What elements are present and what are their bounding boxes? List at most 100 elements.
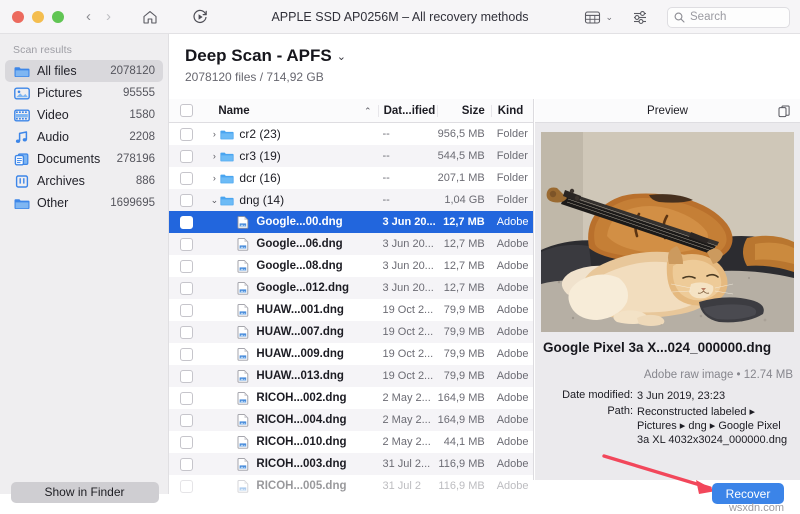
row-checkbox[interactable] xyxy=(180,194,193,207)
select-all-checkbox-cell[interactable] xyxy=(169,104,203,117)
row-checkbox[interactable] xyxy=(180,238,193,251)
table-row[interactable]: Google...08.dng 3 Jun 20... 12,7 MB Adob… xyxy=(169,255,533,277)
sidebar-item-pictures[interactable]: Pictures95555 xyxy=(5,82,163,104)
row-checkbox-cell[interactable] xyxy=(169,326,203,339)
cell-kind: Adobe xyxy=(491,348,533,360)
view-mode-button[interactable]: ⌄ xyxy=(584,10,613,25)
maximize-window-button[interactable] xyxy=(52,11,64,23)
table-row[interactable]: RICOH...003.dng 31 Jul 2... 116,9 MB Ado… xyxy=(169,453,533,475)
row-checkbox[interactable] xyxy=(180,370,193,383)
table-row[interactable]: Google...00.dng 3 Jun 20... 12,7 MB Adob… xyxy=(169,211,533,233)
row-checkbox[interactable] xyxy=(180,458,193,471)
rescan-button[interactable] xyxy=(191,8,209,26)
table-row[interactable]: HUAW...001.dng 19 Oct 2... 79,9 MB Adobe xyxy=(169,299,533,321)
disclosure-triangle-icon[interactable]: ⌄ xyxy=(208,195,220,206)
row-checkbox-cell[interactable] xyxy=(169,414,203,427)
row-name-label: cr2 (23) xyxy=(239,127,280,141)
table-row[interactable]: › cr3 (19) -- 544,5 MB Folder xyxy=(169,145,533,167)
cell-size: 12,7 MB xyxy=(437,216,491,228)
row-name-label: RICOH...002.dng xyxy=(256,392,346,404)
close-window-button[interactable] xyxy=(12,11,24,23)
row-checkbox[interactable] xyxy=(180,128,193,141)
column-header-size[interactable]: Size xyxy=(437,105,491,117)
minimize-window-button[interactable] xyxy=(32,11,44,23)
row-checkbox[interactable] xyxy=(180,348,193,361)
column-header-kind[interactable]: Kind xyxy=(491,105,533,117)
column-header-name[interactable]: Name ⌃ xyxy=(203,105,377,117)
disclosure-triangle-icon[interactable]: › xyxy=(208,173,220,183)
preview-image[interactable] xyxy=(541,132,794,332)
row-checkbox-cell[interactable] xyxy=(169,436,203,449)
table-row[interactable]: RICOH...010.dng 2 May 2... 44,1 MB Adobe xyxy=(169,431,533,453)
disclosure-triangle-icon[interactable]: › xyxy=(208,151,220,161)
sidebar-item-documents[interactable]: Documents278196 xyxy=(5,148,163,170)
table-header-row: Name ⌃ Dat...ified Size Kind xyxy=(169,99,533,123)
raw-file-icon xyxy=(237,414,251,427)
table-row[interactable]: RICOH...004.dng 2 May 2... 164,9 MB Adob… xyxy=(169,409,533,431)
row-checkbox[interactable] xyxy=(180,216,193,229)
row-checkbox[interactable] xyxy=(180,414,193,427)
table-row[interactable]: RICOH...002.dng 2 May 2... 164,9 MB Adob… xyxy=(169,387,533,409)
sidebar-item-label: Documents xyxy=(37,152,117,166)
sidebar-item-other[interactable]: Other1699695 xyxy=(5,192,163,214)
row-checkbox[interactable] xyxy=(180,392,193,405)
table-row[interactable]: › cr2 (23) -- 956,5 MB Folder xyxy=(169,123,533,145)
page-title[interactable]: Deep Scan - APFS ⌄ xyxy=(185,46,800,66)
row-checkbox-cell[interactable] xyxy=(169,370,203,383)
disclosure-triangle-icon[interactable]: › xyxy=(208,129,220,139)
sidebar-item-archives[interactable]: Archives886 xyxy=(5,170,163,192)
row-checkbox[interactable] xyxy=(180,436,193,449)
column-header-date[interactable]: Dat...ified xyxy=(378,105,437,117)
row-checkbox-cell[interactable] xyxy=(169,348,203,361)
raw-file-icon xyxy=(237,216,251,229)
row-checkbox[interactable] xyxy=(180,260,193,273)
forward-icon[interactable]: › xyxy=(106,9,111,24)
row-checkbox-cell[interactable] xyxy=(169,150,203,163)
row-checkbox-cell[interactable] xyxy=(169,216,203,229)
sidebar-item-audio[interactable]: Audio2208 xyxy=(5,126,163,148)
row-checkbox[interactable] xyxy=(180,172,193,185)
raw-file-icon xyxy=(237,458,249,471)
select-all-checkbox[interactable] xyxy=(180,104,193,117)
row-checkbox-cell[interactable] xyxy=(169,172,203,185)
filter-button[interactable] xyxy=(631,9,649,26)
row-checkbox[interactable] xyxy=(180,480,193,493)
table-row[interactable]: HUAW...007.dng 19 Oct 2... 79,9 MB Adobe xyxy=(169,321,533,343)
table-row[interactable]: Google...012.dng 3 Jun 20... 12,7 MB Ado… xyxy=(169,277,533,299)
cell-kind: Adobe xyxy=(491,370,533,382)
search-input[interactable]: Search xyxy=(667,7,790,28)
row-checkbox-cell[interactable] xyxy=(169,282,203,295)
row-checkbox[interactable] xyxy=(180,304,193,317)
row-checkbox-cell[interactable] xyxy=(169,480,203,493)
row-checkbox[interactable] xyxy=(180,282,193,295)
table-row[interactable]: Google...06.dng 3 Jun 20... 12,7 MB Adob… xyxy=(169,233,533,255)
table-row[interactable]: RICOH...005.dng 31 Jul 2 116,9 MB Adobe xyxy=(169,475,533,497)
sidebar-item-video[interactable]: Video1580 xyxy=(5,104,163,126)
recover-button[interactable]: Recover xyxy=(712,483,784,504)
table-row[interactable]: › dcr (16) -- 207,1 MB Folder xyxy=(169,167,533,189)
chevron-down-icon[interactable]: ⌄ xyxy=(337,50,346,63)
show-in-finder-button[interactable]: Show in Finder xyxy=(11,482,159,503)
sidebar-section-label: Scan results xyxy=(0,34,168,60)
cell-name: Google...08.dng xyxy=(203,260,377,273)
preview-meta-summary: Adobe raw image • 12.74 MB xyxy=(535,369,793,381)
file-table: arw (22) 6 GB Name ⌃ Dat...ified Size Ki… xyxy=(169,99,534,514)
row-checkbox-cell[interactable] xyxy=(169,458,203,471)
sidebar-item-all-files[interactable]: All files2078120 xyxy=(5,60,163,82)
copy-button[interactable] xyxy=(778,105,791,123)
table-row[interactable]: ⌄ dng (14) -- 1,04 GB Folder xyxy=(169,189,533,211)
nav-buttons: ‹ › xyxy=(86,9,111,24)
back-icon[interactable]: ‹ xyxy=(86,9,91,24)
table-row[interactable]: HUAW...009.dng 19 Oct 2... 79,9 MB Adobe xyxy=(169,343,533,365)
home-button[interactable] xyxy=(141,8,159,26)
row-checkbox-cell[interactable] xyxy=(169,194,203,207)
row-checkbox-cell[interactable] xyxy=(169,238,203,251)
row-checkbox-cell[interactable] xyxy=(169,128,203,141)
folder-icon xyxy=(220,173,234,184)
row-checkbox-cell[interactable] xyxy=(169,260,203,273)
row-checkbox-cell[interactable] xyxy=(169,304,203,317)
row-checkbox-cell[interactable] xyxy=(169,392,203,405)
table-row[interactable]: HUAW...013.dng 19 Oct 2... 79,9 MB Adobe xyxy=(169,365,533,387)
row-checkbox[interactable] xyxy=(180,326,193,339)
row-checkbox[interactable] xyxy=(180,150,193,163)
